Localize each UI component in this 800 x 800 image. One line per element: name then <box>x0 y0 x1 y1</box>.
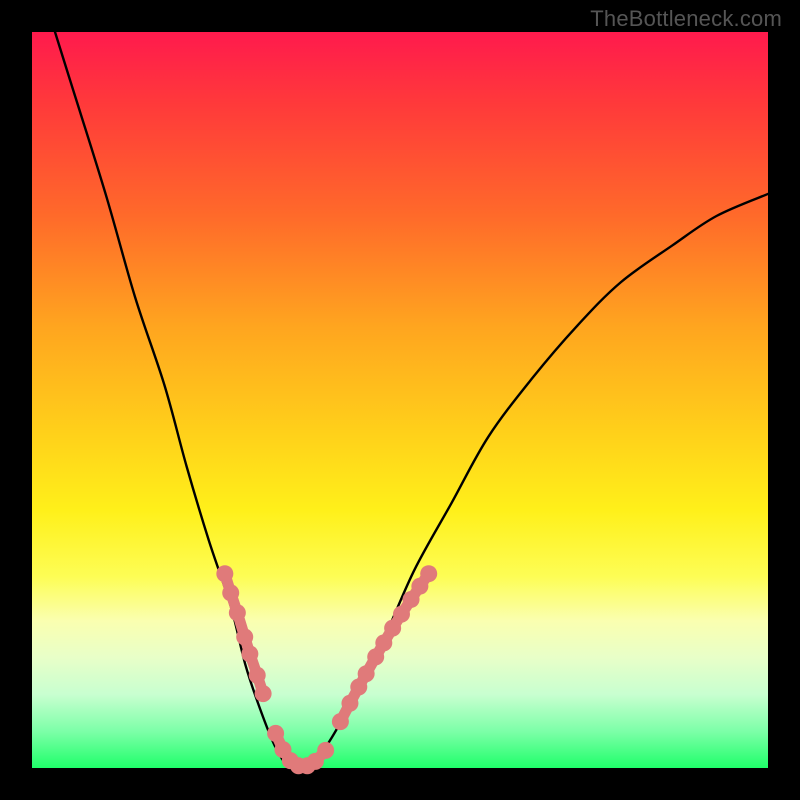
right-highlight-dot-5 <box>375 634 392 651</box>
bottom-highlight-dot-0 <box>267 725 284 742</box>
right-highlight-dot-0 <box>332 713 349 730</box>
bottleneck-curve-svg <box>32 32 768 768</box>
left-highlight-dot-3 <box>236 628 253 645</box>
watermark-text: TheBottleneck.com <box>590 6 782 32</box>
bottleneck-curve-path <box>32 0 768 771</box>
right-highlight-group <box>332 565 437 730</box>
left-highlight-dot-4 <box>241 645 258 662</box>
plot-area <box>32 32 768 768</box>
left-highlight-dot-6 <box>255 685 272 702</box>
right-highlight-dot-6 <box>384 620 401 637</box>
left-highlight-dot-5 <box>249 667 266 684</box>
left-highlight-dot-1 <box>222 584 239 601</box>
left-highlight-dot-2 <box>229 604 246 621</box>
left-highlight-dot-0 <box>216 565 233 582</box>
chart-frame: TheBottleneck.com <box>0 0 800 800</box>
right-highlight-dot-3 <box>358 665 375 682</box>
right-highlight-dot-10 <box>420 565 437 582</box>
right-highlight-dot-1 <box>341 695 358 712</box>
bottom-highlight-group <box>267 725 334 774</box>
right-highlight-dot-7 <box>393 606 410 623</box>
left-highlight-group <box>216 565 271 702</box>
bottom-highlight-dot-6 <box>317 742 334 759</box>
